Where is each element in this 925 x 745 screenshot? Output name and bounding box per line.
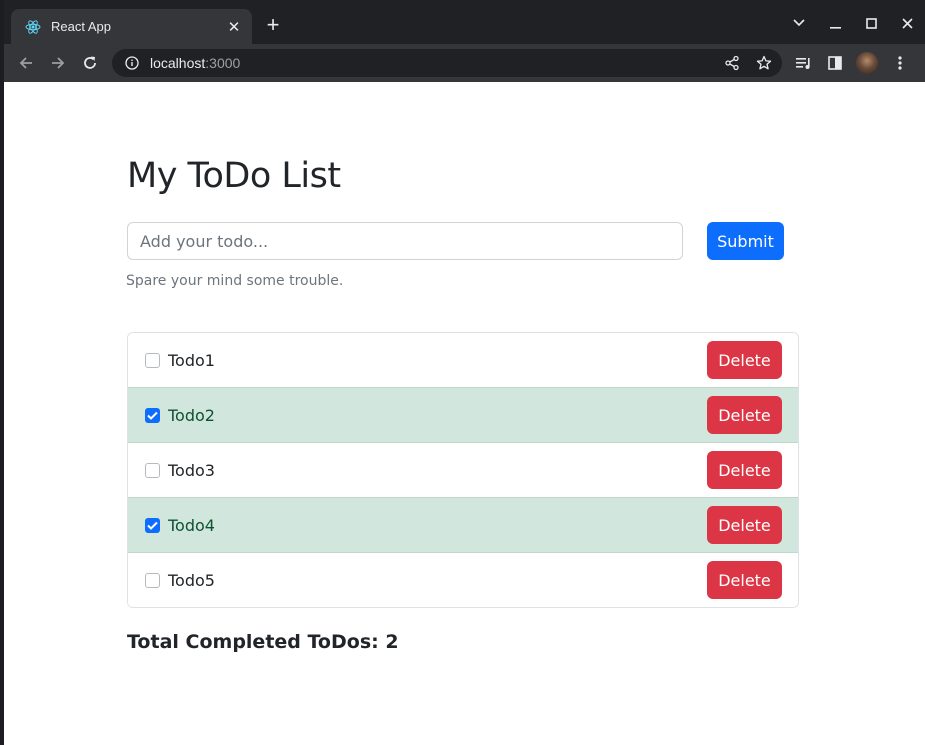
tab-strip: React App ✕ +: [4, 0, 925, 44]
url-port: :3000: [205, 55, 241, 71]
react-logo-icon: [25, 19, 41, 35]
minimize-icon[interactable]: [817, 10, 853, 36]
maximize-icon[interactable]: [853, 10, 889, 36]
tab-title: React App: [51, 19, 111, 34]
window-controls: [781, 10, 925, 36]
reload-icon[interactable]: [76, 49, 104, 77]
todo-label: Todo2: [168, 405, 215, 425]
delete-button[interactable]: Delete: [707, 341, 782, 379]
check-icon: [147, 411, 158, 420]
todo-checkbox[interactable]: [145, 517, 160, 533]
forward-arrow-icon[interactable]: [44, 49, 72, 77]
todo-item: Todo2 Delete: [128, 387, 798, 442]
todo-list: Todo1 Delete Todo2 Delete Todo3 Delete T…: [127, 332, 799, 608]
tab-close-icon[interactable]: ✕: [226, 19, 242, 35]
delete-button[interactable]: Delete: [707, 396, 782, 434]
todo-label: Todo3: [168, 460, 215, 480]
page-content: My ToDo List Submit Spare your mind some…: [4, 82, 921, 741]
help-text: Spare your mind some trouble.: [126, 273, 344, 289]
todo-item: Todo5 Delete: [128, 552, 798, 607]
profile-avatar[interactable]: [856, 52, 878, 74]
todo-checkbox[interactable]: [145, 407, 160, 423]
url-host: localhost: [150, 55, 206, 71]
todo-input[interactable]: [127, 222, 683, 260]
todo-item: Todo1 Delete: [128, 333, 798, 387]
tab-search-chevron-icon[interactable]: [781, 10, 817, 36]
site-info-icon[interactable]: [124, 55, 140, 71]
bookmark-star-icon[interactable]: [756, 55, 772, 71]
delete-button[interactable]: Delete: [707, 561, 782, 599]
media-queue-icon[interactable]: [790, 49, 818, 77]
delete-button[interactable]: Delete: [707, 506, 782, 544]
browser-tab[interactable]: React App ✕: [11, 9, 252, 44]
close-window-icon[interactable]: [889, 10, 925, 36]
todo-label: Todo4: [168, 515, 215, 535]
todo-item: Todo3 Delete: [128, 442, 798, 497]
side-panel-icon[interactable]: [821, 49, 849, 77]
browser-toolbar: localhost:3000: [4, 44, 925, 82]
share-icon[interactable]: [724, 55, 740, 71]
todo-label: Todo1: [168, 350, 215, 370]
todo-checkbox[interactable]: [145, 572, 160, 588]
todo-checkbox[interactable]: [145, 462, 160, 478]
delete-button[interactable]: Delete: [707, 451, 782, 489]
check-icon: [147, 521, 158, 530]
back-arrow-icon[interactable]: [12, 49, 40, 77]
completed-count: Total Completed ToDos: 2: [127, 631, 399, 653]
page-title: My ToDo List: [127, 156, 341, 196]
submit-button[interactable]: Submit: [707, 222, 784, 260]
todo-label: Todo5: [168, 570, 215, 590]
more-menu-icon[interactable]: [886, 49, 914, 77]
todo-item: Todo4 Delete: [128, 497, 798, 552]
new-tab-plus-icon[interactable]: +: [262, 14, 284, 37]
address-bar[interactable]: localhost:3000: [112, 49, 782, 77]
todo-checkbox[interactable]: [145, 352, 160, 368]
browser-window: React App ✕ + localhost:3000 My ToDo Li…: [4, 0, 925, 745]
